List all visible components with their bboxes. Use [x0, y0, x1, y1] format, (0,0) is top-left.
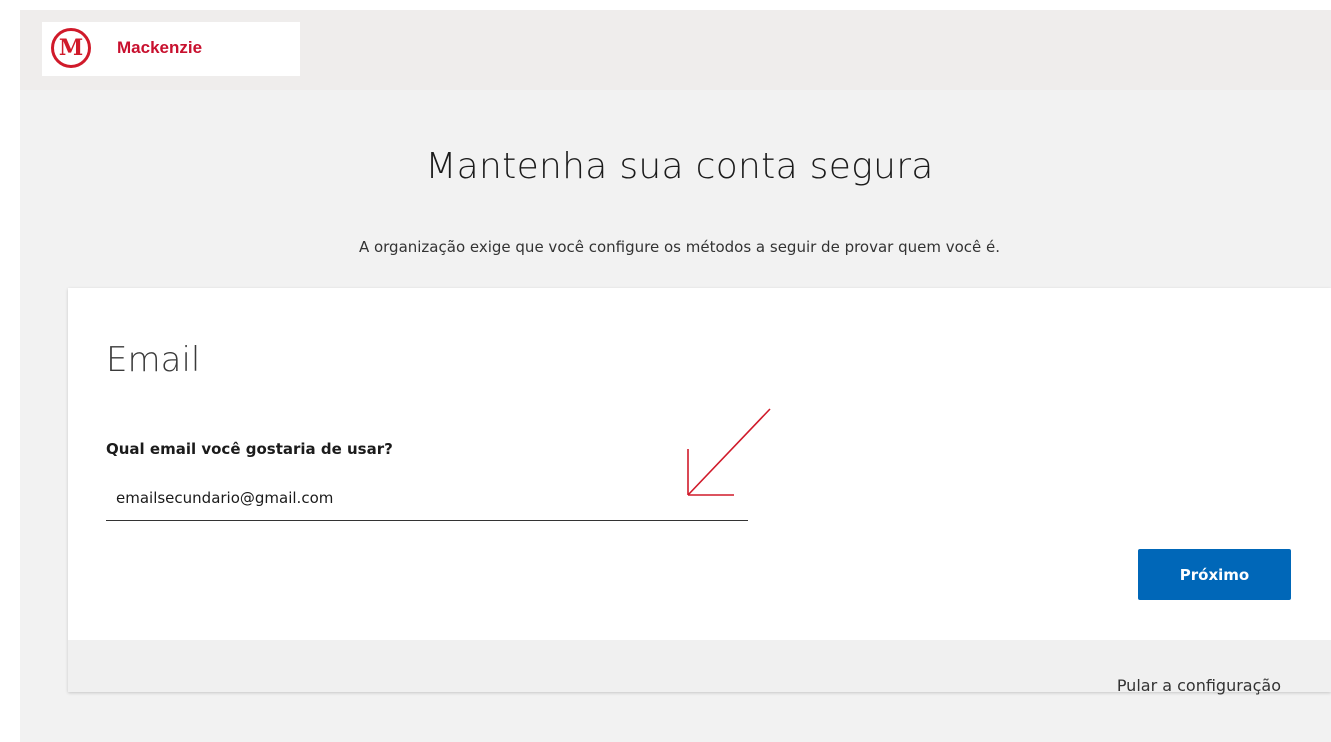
card-footer: Pular a configuração [68, 640, 1331, 695]
page-title: Mantenha sua conta segura [425, 146, 934, 187]
email-input[interactable] [106, 483, 748, 521]
page-subtitle: A organização exige que você configure o… [358, 238, 1001, 256]
header-bar: M Mackenzie [20, 10, 1331, 90]
next-button[interactable]: Próximo [1138, 549, 1291, 600]
card-title: Email [106, 340, 201, 380]
page-background: M Mackenzie Email Qual email você gostar… [20, 10, 1331, 742]
brand-name: Mackenzie [117, 38, 203, 57]
email-question-label: Qual email você gostaria de usar? [106, 440, 393, 458]
brand-logo: M Mackenzie [42, 22, 300, 76]
skip-setup-link[interactable]: Pular a configuração [1117, 676, 1281, 695]
logo-letter: M [58, 35, 84, 61]
red-arrow-icon [687, 408, 771, 496]
mackenzie-logo-icon: M [51, 28, 91, 68]
